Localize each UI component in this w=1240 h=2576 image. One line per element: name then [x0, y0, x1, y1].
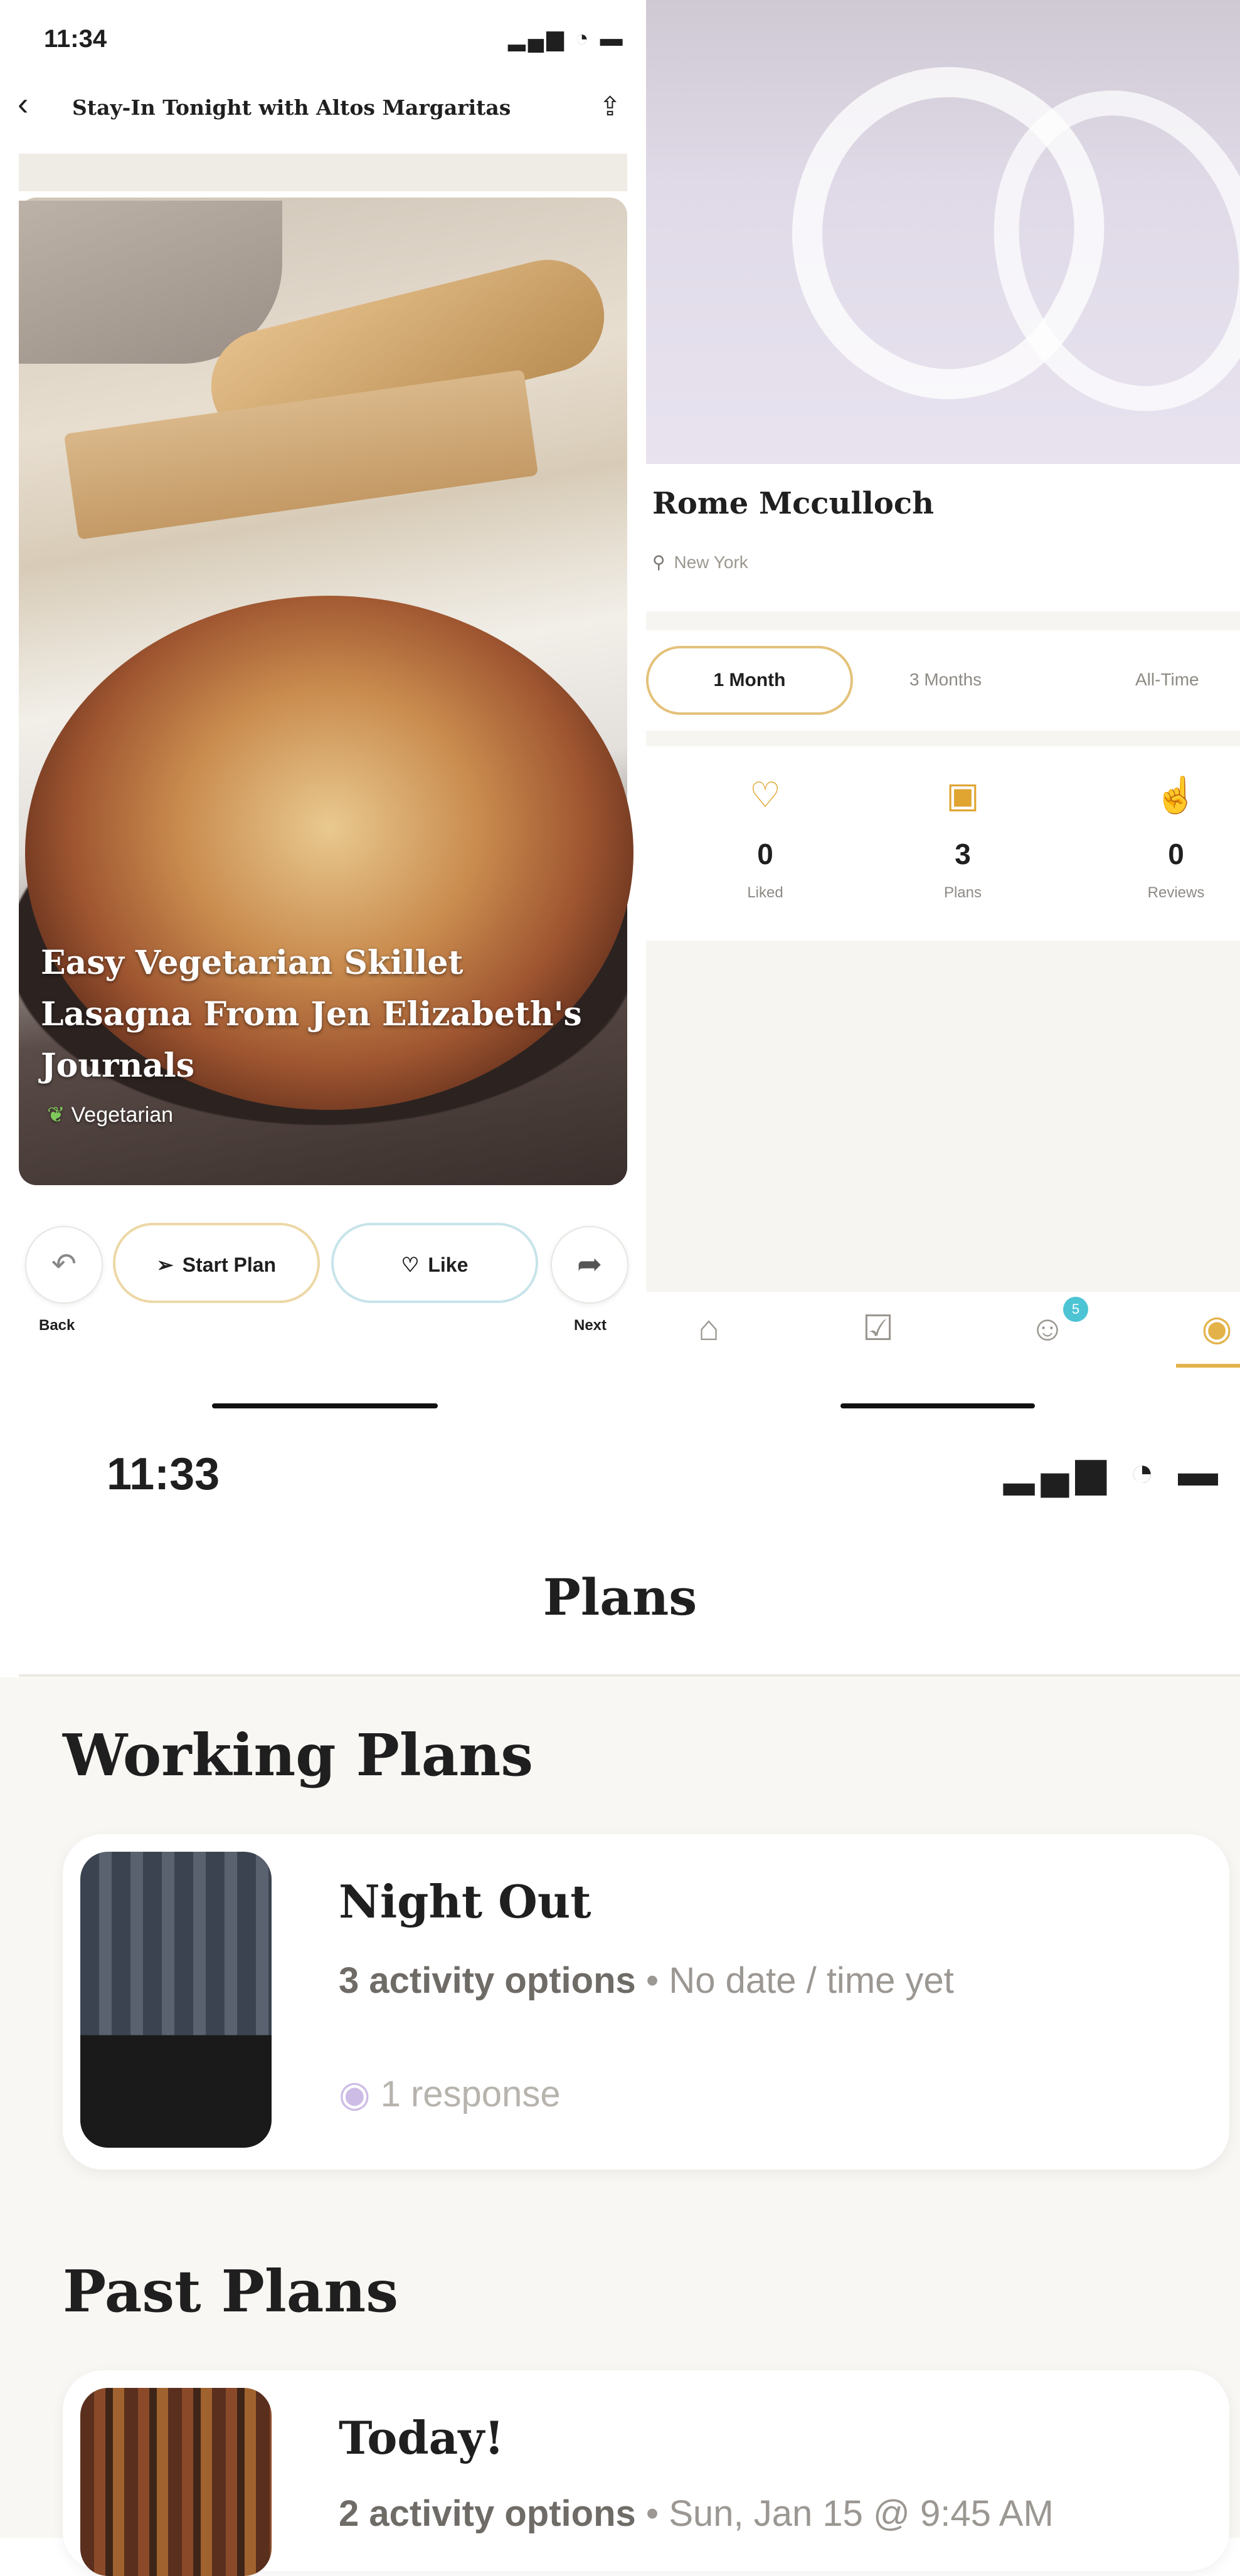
back-chevron-icon[interactable]: ‹ — [18, 88, 28, 120]
plan-responses: ◉ 1 response — [339, 2072, 561, 2115]
plans-tab-icon[interactable]: ☑ — [840, 1307, 916, 1349]
next-button[interactable]: ➦ — [551, 1226, 628, 1304]
plan-options: 2 activity options — [339, 2493, 636, 2534]
battery-icon: ▬ — [1178, 1449, 1224, 1494]
plan-options: 3 activity options — [339, 1960, 636, 2001]
plan-meta: 2 activity options • Sun, Jan 15 @ 9:45 … — [339, 2493, 1054, 2534]
liked-label: Liked — [747, 884, 783, 901]
tab-all-time[interactable]: All-Time — [1135, 670, 1199, 690]
like-label: Like — [428, 1254, 469, 1276]
profile-location-label: New York — [674, 552, 748, 572]
home-indicator — [840, 1403, 1035, 1408]
location-pin-icon: ⚲ — [652, 552, 665, 572]
liked-count: 0 — [757, 838, 773, 870]
status-time: 11:33 — [107, 1449, 220, 1499]
send-icon: ➢ — [156, 1254, 174, 1276]
leaf-icon: ❦ — [47, 1103, 65, 1127]
recipe-screen: 11:34 ▂▄▆ ◔ ▬ ‹ Stay-In Tonight with Alt… — [0, 0, 633, 1411]
profile-location: ⚲ New York — [652, 552, 748, 573]
header-divider — [19, 154, 627, 191]
back-button[interactable]: ↶ — [25, 1226, 103, 1304]
recipe-title: Easy Vegetarian Skillet Lasagna From Jen… — [41, 944, 582, 1085]
home-indicator — [212, 1403, 438, 1408]
tab-1-month[interactable]: 1 Month — [646, 646, 853, 715]
thumbs-up-icon: ☝ — [1154, 775, 1198, 815]
heart-icon: ♡ — [401, 1254, 420, 1276]
signal-icon: ▂▄▆ — [1004, 1449, 1113, 1494]
profile-name: Rome Mcculloch — [652, 486, 935, 521]
plan-thumbnail — [80, 1852, 272, 2148]
response-icon: ◉ — [339, 2074, 371, 2114]
plans-screen: 11:33 ▂▄▆ ◔ ▬ Plans Working Plans Night … — [0, 1411, 1240, 2576]
plan-title: Today! — [339, 2411, 504, 2464]
page-title: Plans — [543, 1568, 697, 1627]
wifi-icon: ◔ — [575, 25, 591, 51]
recipe-tag: ❦ Vegetarian — [47, 1102, 173, 1127]
past-plans-heading: Past Plans — [63, 2257, 399, 2325]
battery-icon: ▬ — [600, 25, 625, 51]
plan-meta: 3 activity options • No date / time yet — [339, 1960, 954, 2001]
working-plans-heading: Working Plans — [63, 1721, 534, 1789]
friends-badge: 5 — [1063, 1297, 1088, 1322]
plan-card-night-out[interactable]: Night Out 3 activity options • No date /… — [63, 1834, 1229, 2170]
plan-card-today[interactable]: Today! 2 activity options • Sun, Jan 15 … — [63, 2370, 1229, 2576]
signal-icon: ▂▄▆ — [508, 25, 566, 51]
plan-title: Night Out — [339, 1875, 591, 1928]
home-icon[interactable]: ⌂ — [671, 1307, 746, 1348]
profile-tab-icon[interactable]: ◉ — [1179, 1307, 1240, 1349]
start-plan-button[interactable]: ➢ Start Plan — [113, 1223, 320, 1303]
back-label: Back — [39, 1317, 75, 1334]
share-icon[interactable]: ⇪ — [599, 91, 621, 122]
plans-label: Plans — [943, 884, 982, 901]
active-tab-indicator — [1176, 1364, 1240, 1368]
header-divider — [19, 1674, 1240, 1677]
status-icons: ▂▄▆ ◔ ▬ — [1004, 1449, 1224, 1496]
plans-count: 3 — [955, 838, 971, 870]
forward-arrow-icon: ➦ — [576, 1248, 603, 1281]
undo-arrow-icon: ↶ — [51, 1248, 77, 1281]
heart-icon: ♡ — [749, 775, 782, 815]
status-time: 11:34 — [44, 25, 107, 53]
like-button[interactable]: ♡ Like — [331, 1223, 538, 1303]
profile-screen: Rome Mcculloch ⚲ New York 1 Month 3 Month… — [646, 0, 1240, 1411]
plan-thumbnail — [80, 2388, 272, 2576]
next-label: Next — [574, 1317, 607, 1334]
tab-3-months[interactable]: 3 Months — [909, 670, 982, 690]
start-plan-label: Start Plan — [182, 1254, 277, 1276]
plan-date: Sun, Jan 15 @ 9:45 AM — [669, 2493, 1054, 2534]
reviews-count: 0 — [1168, 838, 1184, 870]
collection-title: Stay-In Tonight with Altos Margaritas — [72, 95, 511, 120]
recipe-tag-label: Vegetarian — [71, 1103, 174, 1127]
status-icons: ▂▄▆ ◔ ▬ — [508, 25, 625, 51]
wifi-icon: ◔ — [1130, 1449, 1161, 1494]
plan-responses-label: 1 response — [380, 2074, 561, 2114]
calendar-check-icon: ▣ — [946, 775, 980, 815]
plan-date: No date / time yet — [669, 1960, 954, 2001]
reviews-label: Reviews — [1147, 884, 1205, 901]
